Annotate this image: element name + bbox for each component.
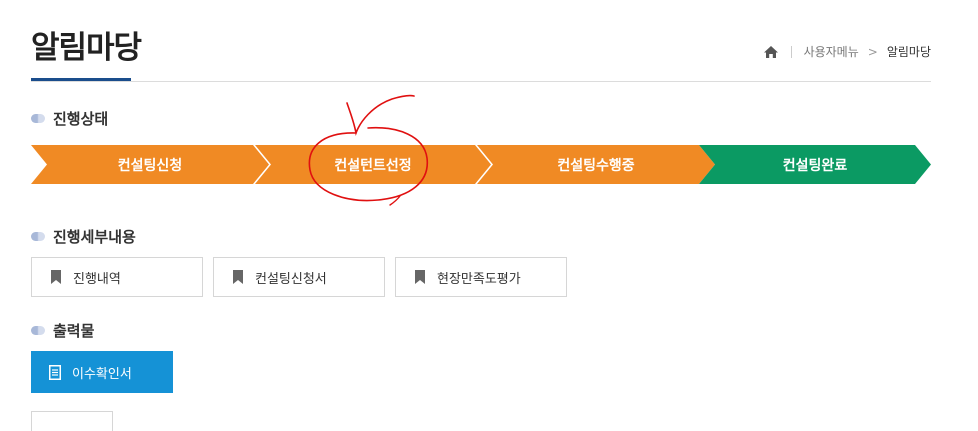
partial-button[interactable] — [31, 411, 113, 431]
step-label: 컨설팅완료 — [782, 157, 848, 174]
button-label: 이수확인서 — [72, 366, 132, 382]
bullet-icon — [31, 114, 45, 123]
bookmark-icon — [233, 270, 243, 284]
bullet-icon — [31, 232, 45, 241]
document-icon — [49, 364, 61, 380]
page-title: 알림마당 — [31, 30, 142, 66]
step-label: 컨설팅신청 — [117, 157, 183, 174]
completion-certificate-button[interactable]: 이수확인서 — [31, 351, 173, 393]
step-consulting-in-progress: 컨설팅수행중 — [477, 145, 715, 184]
button-label: 현장만족도평가 — [437, 271, 521, 287]
step-consulting-complete: 컨설팅완료 — [699, 145, 931, 184]
bullet-icon — [31, 326, 45, 335]
chevron-right-icon: > — [867, 44, 878, 59]
header-divider — [31, 81, 931, 82]
consulting-application-button[interactable]: 컨설팅신청서 — [213, 257, 385, 297]
step-label: 컨설팅수행중 — [557, 157, 635, 174]
section-outputs: 출력물 — [31, 320, 94, 341]
section-progress-details: 진행세부내용 — [31, 226, 136, 247]
section-progress-status-label: 진행상태 — [53, 110, 109, 128]
button-label: 진행내역 — [73, 271, 121, 287]
home-icon[interactable] — [763, 45, 779, 59]
bookmark-icon — [415, 270, 425, 284]
step-label: 컨설턴트선정 — [334, 157, 412, 174]
site-satisfaction-evaluation-button[interactable]: 현장만족도평가 — [395, 257, 567, 297]
step-consultant-selection: 컨설턴트선정 — [255, 145, 491, 184]
breadcrumb-separator — [790, 45, 792, 58]
progress-steps: 컨설팅신청 컨설턴트선정 컨설팅수행중 컨설팅완료 — [31, 145, 931, 184]
breadcrumb-item-user-menu[interactable]: 사용자메뉴 — [804, 43, 859, 60]
bookmark-icon — [51, 270, 61, 284]
section-progress-details-label: 진행세부내용 — [53, 228, 136, 246]
button-label: 컨설팅신청서 — [255, 271, 327, 287]
step-consulting-request: 컨설팅신청 — [31, 145, 269, 184]
breadcrumb: 사용자메뉴 > 알림마당 — [763, 43, 931, 60]
breadcrumb-item-current: 알림마당 — [886, 45, 931, 59]
section-progress-status: 진행상태 — [31, 108, 108, 129]
progress-history-button[interactable]: 진행내역 — [31, 257, 203, 297]
section-outputs-label: 출력물 — [53, 322, 95, 340]
